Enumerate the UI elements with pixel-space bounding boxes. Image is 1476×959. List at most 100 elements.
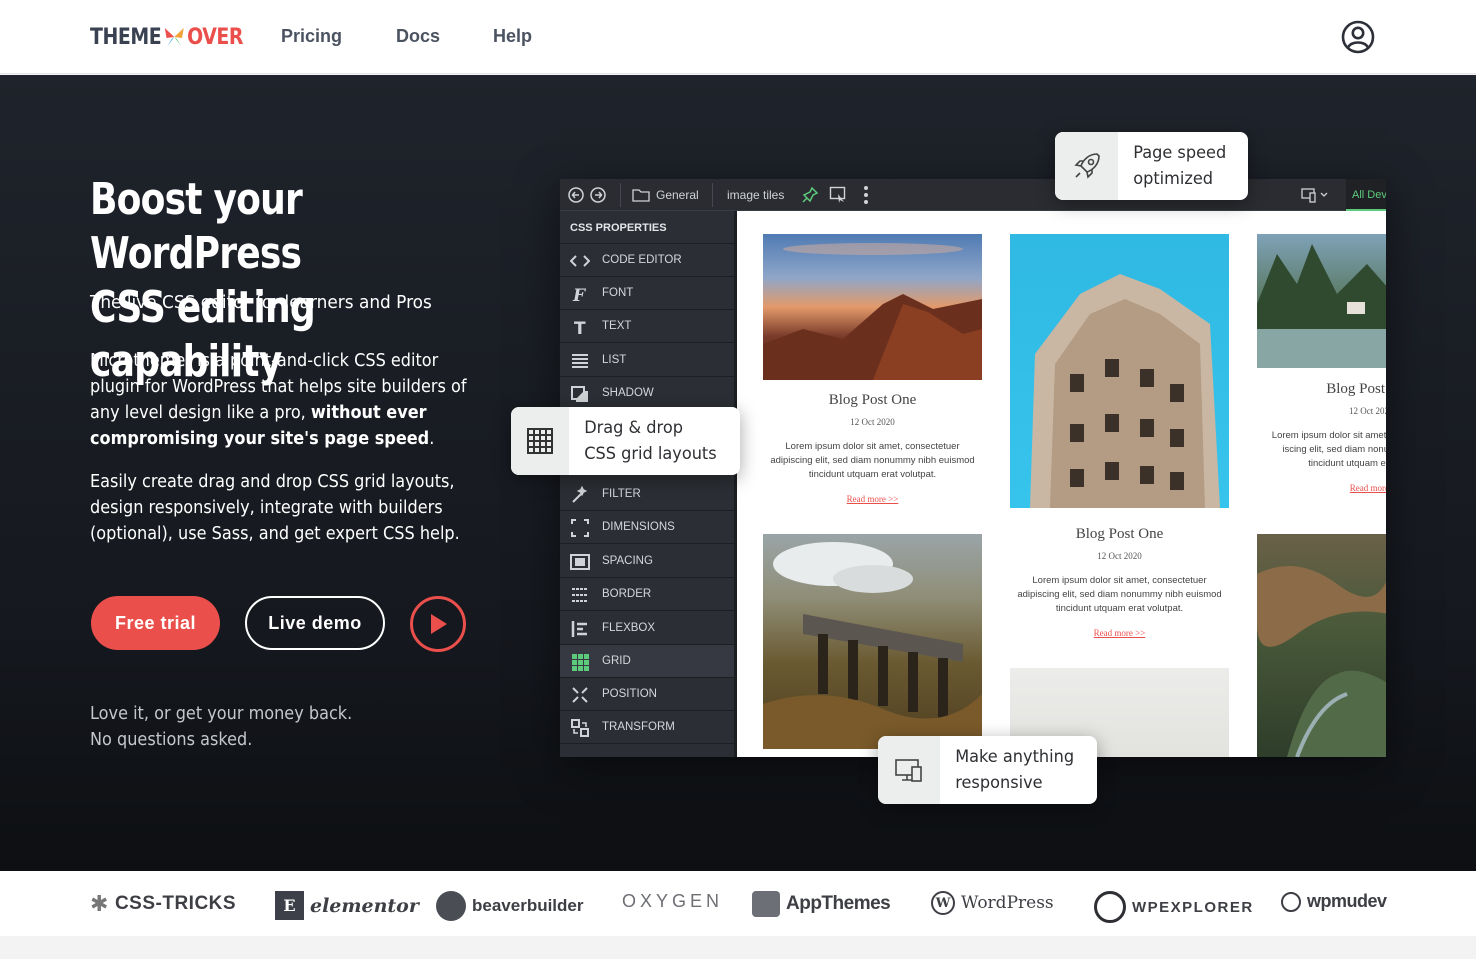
spacing-icon [570, 552, 590, 572]
image-tile-building [1010, 234, 1229, 508]
css-property-dimensions[interactable]: DIMENSIONS [560, 511, 734, 544]
butterfly-icon [164, 28, 184, 46]
css-property-label: GRID [602, 655, 631, 667]
css-property-label: POSITION [602, 688, 657, 700]
play-video-button[interactable] [410, 596, 466, 652]
shadow-icon [570, 384, 590, 404]
brand-logo[interactable]: THEME OVER [90, 23, 243, 51]
css-property-label: SPACING [602, 555, 653, 567]
css-property-label: LIST [602, 354, 627, 366]
money-back-guarantee: Love it, or get your money back. No ques… [90, 704, 353, 750]
rocket-icon [1055, 132, 1119, 200]
nav-pricing[interactable]: Pricing [281, 26, 342, 47]
css-property-font[interactable]: F FONT [560, 277, 734, 310]
css-property-label: FONT [602, 287, 634, 299]
flexbox-icon [570, 619, 590, 639]
general-folder[interactable]: General [632, 188, 699, 202]
grid-layouts-callout: Drag & drop CSS grid layouts [511, 407, 740, 475]
hero-section: Boost your WordPress CSS editing capabil… [0, 75, 1476, 871]
pin-icon[interactable] [801, 186, 819, 204]
more-options-icon[interactable] [863, 185, 869, 205]
css-property-label: CODE EDITOR [602, 254, 682, 266]
partner-oxygen: OXYGEN [622, 891, 724, 911]
read-more-link[interactable]: Read more >> [763, 494, 982, 504]
beaver-icon [436, 891, 466, 921]
nav-help[interactable]: Help [493, 26, 532, 47]
partner-wpexplorer: WPEXPLORER [1094, 891, 1254, 923]
post-title: Blog Post [1326, 381, 1385, 397]
post-excerpt: Lorem ipsum dolor sit amet, consectetuer… [1017, 575, 1222, 614]
css-property-text[interactable]: T TEXT [560, 310, 734, 343]
post-date: 12 Oct 202 [1349, 406, 1386, 416]
list-icon [570, 351, 590, 371]
css-property-flexbox[interactable]: FLEXBOX [560, 612, 734, 645]
responsive-callout: Make anything responsive [878, 736, 1097, 804]
font-icon: F [570, 284, 590, 306]
partner-beaver-builder: beaverbuilder [436, 891, 584, 921]
wpmudev-icon [1281, 891, 1301, 912]
image-tile-gorge [1257, 534, 1386, 757]
partner-logos: ✱ CSS-TRICKS E elementor beaverbuilder O… [0, 871, 1476, 936]
account-icon[interactable] [1341, 20, 1375, 54]
hero-subtitle: The live CSS editor for learners and Pro… [90, 292, 432, 313]
top-nav: THEME OVER Pricing Docs Help [0, 0, 1476, 74]
read-more-link[interactable]: Read more [1257, 483, 1386, 493]
css-properties-sidebar: CSS PROPERTIES CODE EDITOR F FONT T TEXT LIST… [560, 211, 734, 757]
nav-docs[interactable]: Docs [396, 26, 440, 47]
all-devices-tab[interactable]: All Dev [1346, 179, 1386, 211]
folder-icon [632, 189, 650, 202]
read-more-link[interactable]: Read more >> [1010, 628, 1229, 638]
hero-description: Microthemer is a point-and-click CSS edi… [90, 351, 467, 449]
partner-wpmudev: wpmudev [1281, 891, 1387, 912]
device-selector-icon[interactable] [1301, 187, 1329, 203]
page-speed-callout: Page speed optimized [1055, 132, 1248, 200]
svg-text:F: F [572, 286, 587, 304]
border-icon [570, 585, 590, 605]
asterisk-icon: ✱ [90, 891, 109, 916]
css-property-border[interactable]: BORDER [560, 578, 734, 611]
partner-wordpress: W WordPress [931, 891, 1054, 915]
live-demo-button[interactable]: Live demo [245, 596, 385, 650]
selector-name[interactable]: image tiles [727, 188, 784, 202]
css-property-label: DIMENSIONS [602, 521, 675, 533]
page-bottom-band [0, 936, 1476, 959]
wordpress-icon: W [931, 891, 955, 915]
css-property-label: FILTER [602, 488, 641, 500]
css-property-label: BORDER [602, 588, 652, 600]
css-property-code-editor[interactable]: CODE EDITOR [560, 244, 734, 277]
post-date: 12 Oct 2020 [850, 417, 895, 427]
filter-icon [570, 485, 590, 505]
text-icon: T [570, 317, 590, 339]
post-excerpt: Lorem ipsum dolor sit amet, iscing elit,… [1271, 430, 1386, 469]
css-property-shadow[interactable]: SHADOW [560, 377, 734, 410]
history-controls[interactable] [568, 186, 606, 204]
css-property-label: SHADOW [602, 387, 654, 399]
transform-icon [570, 718, 590, 738]
css-property-grid[interactable]: GRID [560, 645, 734, 678]
image-tile-lake [1257, 234, 1386, 368]
css-property-filter[interactable]: FILTER [560, 478, 734, 511]
undo-redo-icon [568, 187, 606, 203]
css-property-spacing[interactable]: SPACING [560, 545, 734, 578]
css-property-transform[interactable]: TRANSFORM [560, 711, 734, 744]
editor-toolbar: General image tiles All Dev [560, 179, 1386, 211]
css-property-label: FLEXBOX [602, 622, 656, 634]
partner-css-tricks: ✱ CSS-TRICKS [90, 891, 237, 916]
css-property-list[interactable]: LIST [560, 344, 734, 377]
position-icon [570, 685, 590, 705]
post-title: Blog Post One [828, 392, 917, 408]
sidebar-heading: CSS PROPERTIES [560, 211, 734, 244]
compass-icon [1094, 891, 1126, 923]
preview-canvas: Blog Post One 12 Oct 2020 Lorem ipsum do… [734, 211, 1386, 757]
css-property-label: TRANSFORM [602, 721, 675, 733]
appthemes-icon [752, 891, 780, 917]
image-tile-viaduct [763, 534, 982, 749]
post-excerpt: Lorem ipsum dolor sit amet, consectetuer… [770, 441, 975, 480]
free-trial-button[interactable]: Free trial [91, 596, 220, 650]
target-cursor-icon[interactable] [829, 186, 847, 204]
devices-icon [878, 736, 940, 804]
grid-icon [511, 407, 569, 475]
grid-icon [570, 652, 590, 672]
css-property-position[interactable]: POSITION [560, 678, 734, 711]
play-icon [431, 614, 447, 634]
